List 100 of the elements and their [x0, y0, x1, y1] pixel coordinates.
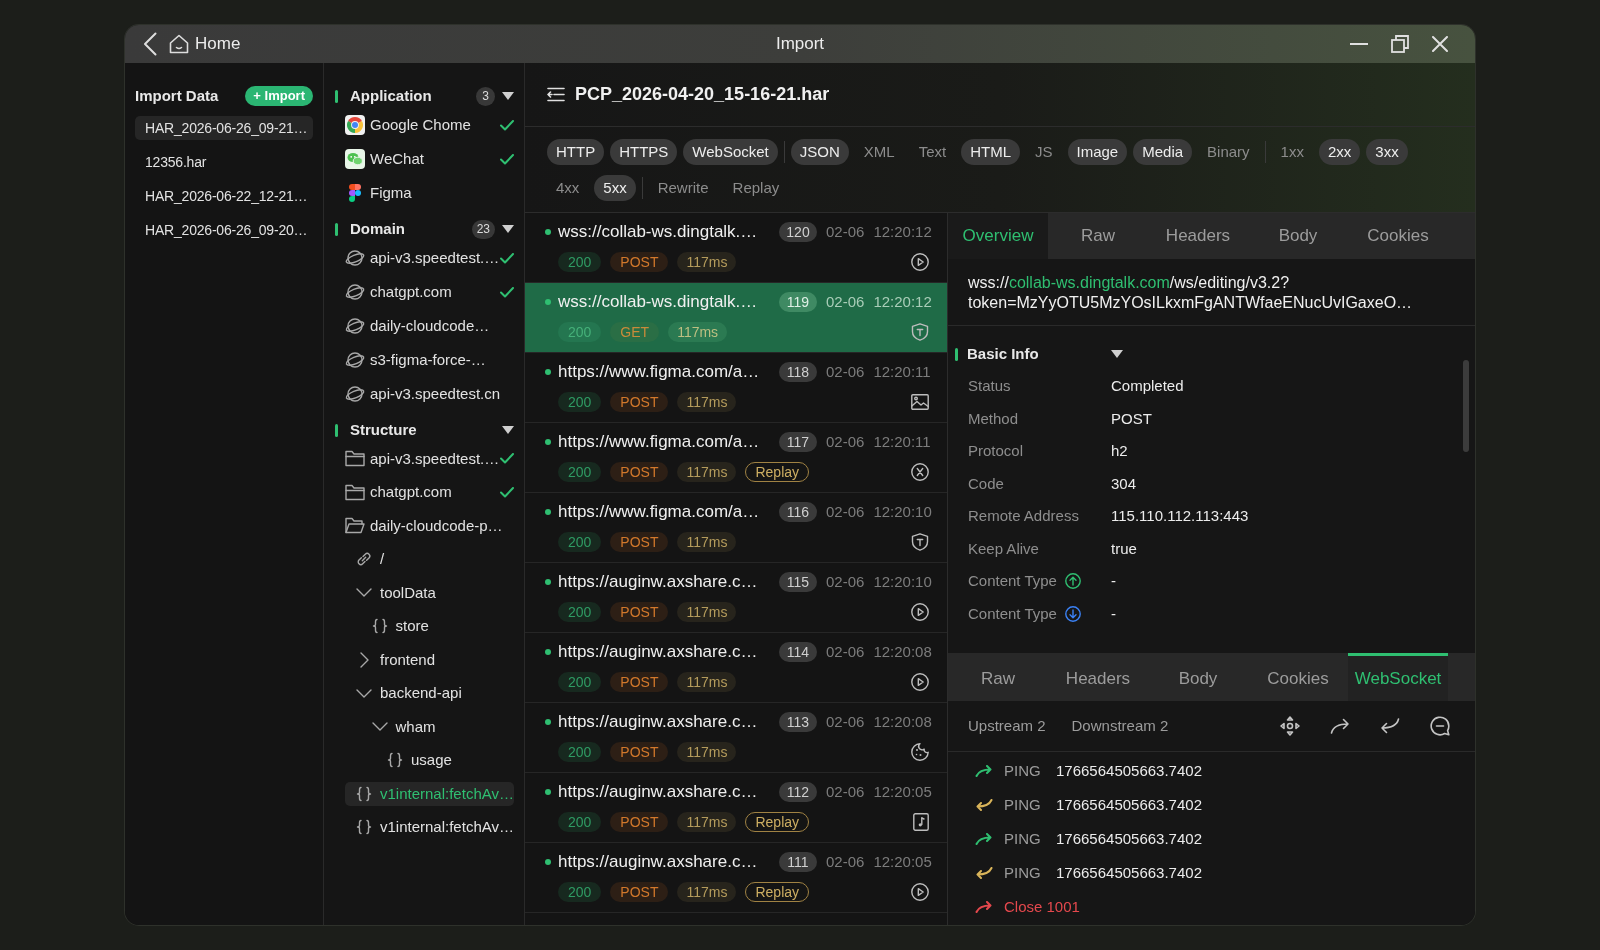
tab[interactable]: Headers: [1148, 213, 1248, 259]
request-row[interactable]: https://auginw.axshare.c… 111 02-06 12:20:05 200 POST 117ms Replay: [525, 843, 947, 913]
info-value: POST: [1111, 408, 1152, 429]
forward-arrow-icon[interactable]: [1330, 718, 1350, 734]
filter-chip[interactable]: 1xx: [1271, 139, 1313, 165]
domain-filter-item[interactable]: s3-figma-force-…: [345, 348, 514, 372]
tab[interactable]: Headers: [1048, 653, 1148, 701]
filter-chip[interactable]: HTTP: [547, 139, 605, 165]
tab[interactable]: Body: [1248, 213, 1348, 259]
tab[interactable]: Cookies: [1348, 213, 1448, 259]
duration-badge: 117ms: [677, 462, 737, 482]
caret-down-icon[interactable]: [502, 426, 514, 434]
filter-chip[interactable]: Rewrite: [648, 175, 718, 201]
play-circle-icon: [911, 673, 929, 691]
chevron-down-icon[interactable]: [371, 722, 388, 732]
method-badge: GET: [610, 322, 660, 342]
chevron-right-icon[interactable]: [360, 651, 369, 668]
collapse-list-icon[interactable]: [547, 87, 565, 102]
home-button[interactable]: Home: [169, 31, 241, 57]
chevron-down-icon[interactable]: [356, 688, 372, 698]
tree-item[interactable]: v1internal:fetchAv…: [345, 815, 514, 840]
tree-item[interactable]: backend-api: [345, 681, 514, 706]
request-row[interactable]: https://auginw.axshare.c… 115 02-06 12:20:10 200 POST 117ms: [525, 563, 947, 633]
caret-down-icon[interactable]: [1111, 350, 1123, 358]
filter-chip[interactable]: Media: [1133, 139, 1193, 165]
window-title: Import: [775, 33, 825, 56]
info-label: Method: [968, 408, 1019, 429]
chevron-down-icon[interactable]: [356, 588, 372, 598]
domain-filter-item[interactable]: api-v3.speedtest.cn: [345, 382, 514, 406]
request-row[interactable]: https://auginw.axshare.c… 112 02-06 12:20:05 200 POST 117ms Replay: [525, 773, 947, 843]
tree-item[interactable]: store: [345, 614, 514, 639]
domain-filter-item[interactable]: daily-cloudcode…: [345, 314, 514, 338]
filter-chip[interactable]: WebSocket: [683, 139, 778, 165]
tree-item[interactable]: /: [345, 547, 514, 572]
folder-icon[interactable]: [345, 450, 365, 468]
file-item[interactable]: HAR_2026-06-26_09-21…: [135, 116, 313, 140]
filter-chip[interactable]: Image: [1067, 139, 1128, 165]
file-item[interactable]: 12356.har: [135, 150, 313, 174]
tree-item[interactable]: daily-cloudcode-p…: [345, 513, 514, 538]
tab[interactable]: Overview: [948, 213, 1048, 259]
tab[interactable]: WebSocket: [1348, 653, 1448, 701]
reply-arrow-icon[interactable]: [1380, 718, 1400, 734]
filter-chip[interactable]: XML: [854, 139, 904, 165]
tab[interactable]: Raw: [948, 653, 1048, 701]
request-row[interactable]: wss://collab-ws.dingtalk.… 119 02-06 12:20:12 200 GET 117ms: [525, 283, 947, 353]
request-number-badge: 120: [779, 222, 817, 242]
request-url: https://www.figma.com/a…: [558, 431, 761, 454]
file-item[interactable]: HAR_2026-06-26_09-20…: [135, 218, 313, 242]
maximize-icon[interactable]: [1391, 35, 1409, 53]
domain-filter-item[interactable]: api-v3.speedtest.…: [345, 246, 500, 270]
status-dot-icon: [545, 439, 551, 445]
domain-filter-item[interactable]: chatgpt.com: [345, 280, 500, 304]
scrollbar[interactable]: [1463, 360, 1469, 452]
request-row[interactable]: https://auginw.axshare.c… 113 02-06 12:20:08 200 POST 117ms: [525, 703, 947, 773]
capture-file-title: PCP_2026-04-20_15-16-21.har: [575, 83, 830, 106]
filter-chip[interactable]: HTML: [961, 139, 1020, 165]
tree-item[interactable]: v1internal:fetchAv…: [345, 781, 514, 806]
stream-filter[interactable]: Upstream 2: [968, 714, 1046, 738]
app-filter-item[interactable]: Google Chome: [345, 113, 500, 137]
app-filter-item[interactable]: WeChat: [345, 147, 500, 171]
tree-item[interactable]: wham: [345, 714, 514, 739]
tab[interactable]: Raw: [1048, 213, 1148, 259]
back-icon[interactable]: [143, 32, 157, 56]
open-folder-icon[interactable]: [345, 517, 365, 535]
request-row[interactable]: https://www.figma.com/a… 117 02-06 12:20:11 200 POST 117ms Replay: [525, 423, 947, 493]
message-type: PING: [1004, 794, 1042, 815]
request-row[interactable]: https://www.figma.com/a… 118 02-06 12:20:11 200 POST 117ms: [525, 353, 947, 423]
caret-down-icon[interactable]: [502, 225, 514, 233]
tab[interactable]: Cookies: [1248, 653, 1348, 701]
ring-logo-icon: [345, 115, 365, 135]
app-filter-item[interactable]: Figma: [345, 181, 514, 205]
request-row[interactable]: https://auginw.axshare.c… 114 02-06 12:20:08 200 POST 117ms: [525, 633, 947, 703]
filter-chip[interactable]: Text: [909, 139, 956, 165]
tree-item[interactable]: api-v3.speedtest.…: [345, 446, 500, 471]
filter-chip[interactable]: 5xx: [594, 175, 636, 201]
stream-filter[interactable]: Downstream 2: [1071, 714, 1169, 738]
request-url: https://www.figma.com/a…: [558, 361, 761, 384]
folder-icon[interactable]: [345, 483, 365, 501]
message-value: 1766564505663.7402: [1056, 828, 1202, 849]
close-icon[interactable]: [1432, 36, 1448, 52]
file-item[interactable]: HAR_2026-06-22_12-21…: [135, 184, 313, 208]
filter-chip[interactable]: HTTPS: [610, 139, 678, 165]
filter-chip[interactable]: JSON: [790, 139, 849, 165]
tree-item[interactable]: frontend: [345, 647, 514, 672]
filter-chip[interactable]: 4xx: [547, 175, 589, 201]
tree-item[interactable]: toolData: [345, 580, 514, 605]
move-icon[interactable]: [1280, 716, 1300, 736]
message-icon[interactable]: [1430, 716, 1450, 736]
request-url: https://auginw.axshare.c…: [558, 851, 759, 874]
tree-item[interactable]: usage: [345, 748, 514, 773]
home-icon: [169, 34, 189, 54]
filter-chip[interactable]: 3xx: [1366, 139, 1408, 165]
filter-chip[interactable]: 2xx: [1318, 139, 1361, 165]
filter-chip[interactable]: JS: [1026, 139, 1062, 165]
caret-down-icon[interactable]: [502, 92, 514, 100]
tree-item[interactable]: chatgpt.com: [345, 480, 500, 505]
tab[interactable]: Body: [1148, 653, 1248, 701]
filter-chip[interactable]: Binary: [1198, 139, 1259, 165]
filter-chip[interactable]: Replay: [723, 175, 789, 201]
request-row[interactable]: https://www.figma.com/a… 116 02-06 12:20:10 200 POST 117ms: [525, 493, 947, 563]
